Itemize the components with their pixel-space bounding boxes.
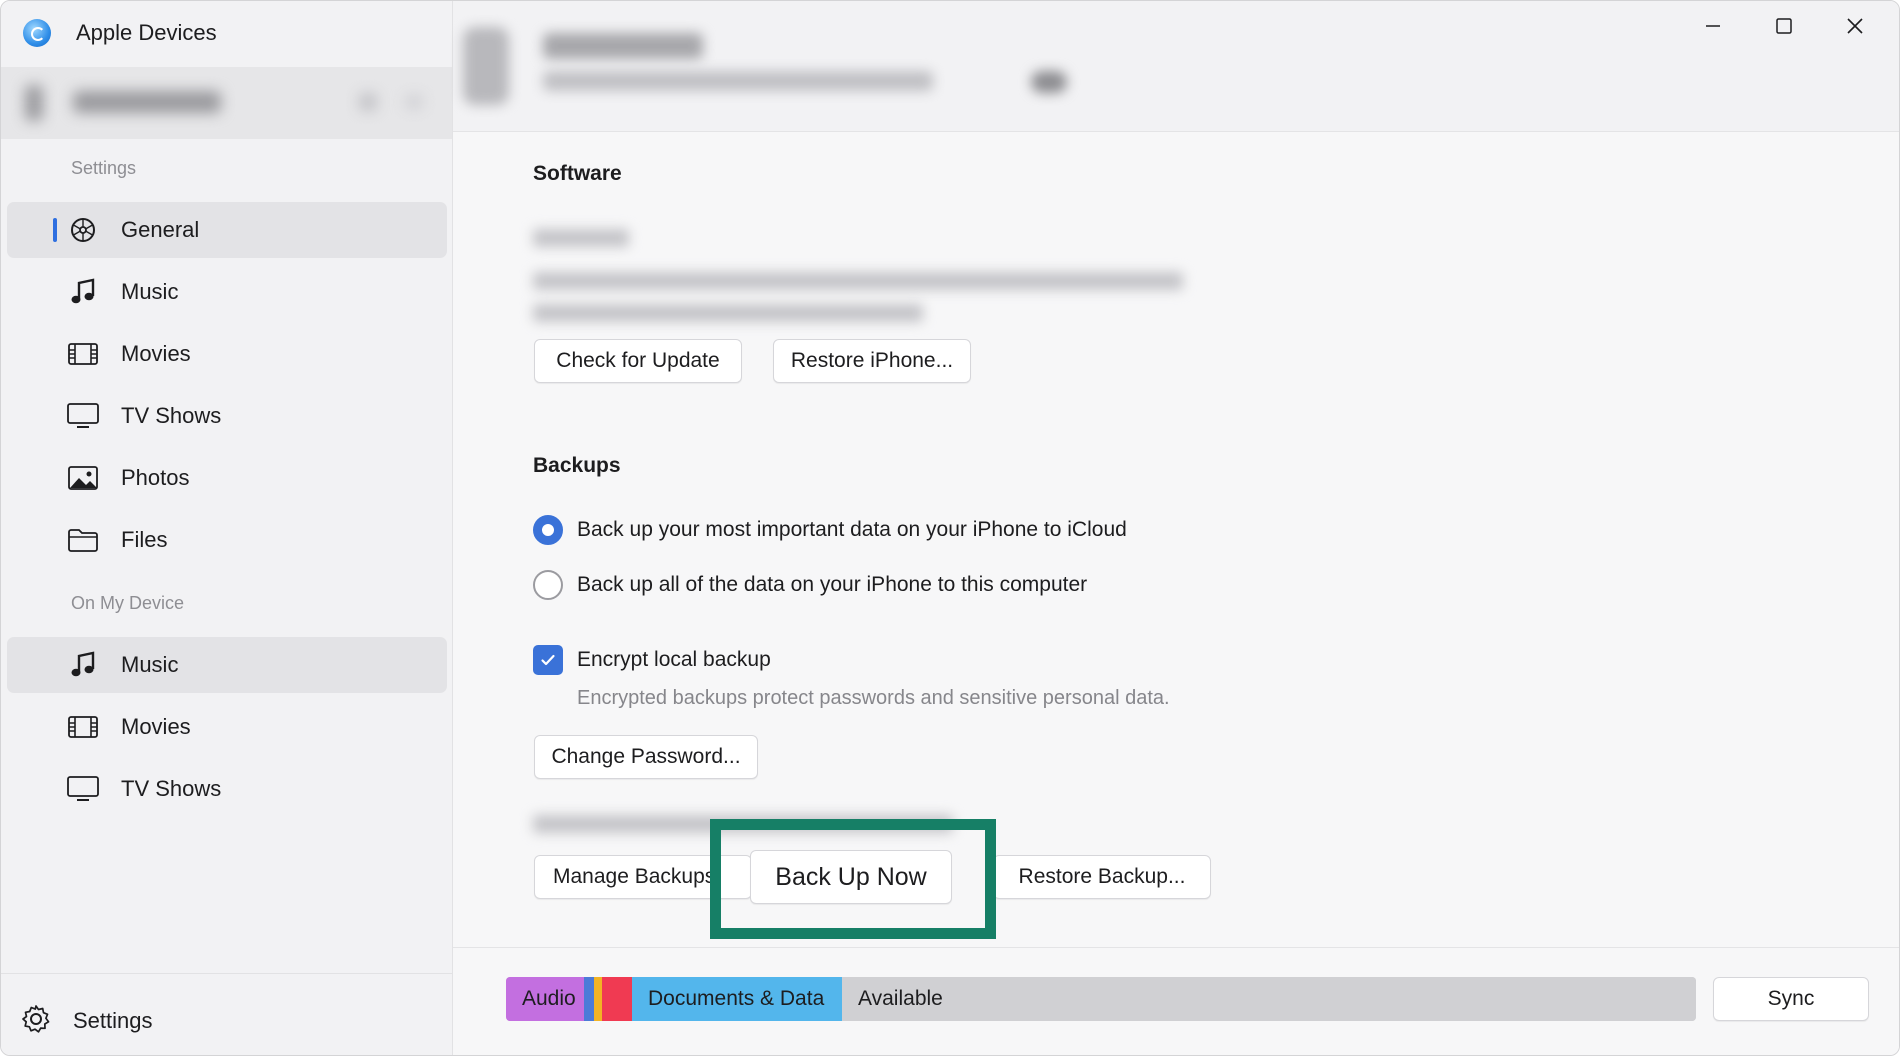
film-icon xyxy=(67,339,99,369)
sidebar-item-photos[interactable]: Photos xyxy=(7,450,447,506)
folder-icon xyxy=(67,525,99,555)
device-info-icon-redacted[interactable] xyxy=(1031,71,1067,93)
tv-icon xyxy=(67,774,99,804)
storage-usage-bar: Audio Documents & Data Available xyxy=(506,977,1696,1021)
check-for-update-button[interactable]: Check for Update xyxy=(534,339,742,383)
sidebar-item-general[interactable]: General xyxy=(7,202,447,258)
device-thumbnail-redacted xyxy=(25,85,43,121)
device-entry[interactable] xyxy=(1,67,452,139)
tv-icon xyxy=(67,401,99,431)
storage-segment-small xyxy=(594,977,602,1021)
sidebar-footer: Settings xyxy=(1,973,452,1055)
device-details-redacted xyxy=(543,71,933,91)
storage-segment-small xyxy=(602,977,632,1021)
gear-icon[interactable] xyxy=(21,1004,51,1039)
minimize-button[interactable] xyxy=(1691,11,1735,41)
maximize-button[interactable] xyxy=(1762,11,1806,41)
music-note-icon xyxy=(67,277,99,307)
app-title: Apple Devices xyxy=(76,20,217,45)
device-item-movies[interactable]: Movies xyxy=(7,699,447,755)
sidebar-item-tv-shows[interactable]: TV Shows xyxy=(7,388,447,444)
app-title-row: Apple Devices xyxy=(23,19,217,47)
general-pane: Software Check for Update Restore iPhone… xyxy=(453,132,1899,946)
software-status-line-2-redacted xyxy=(533,304,923,322)
sidebar-item-music[interactable]: Music xyxy=(7,264,447,320)
sidebar-item-label: TV Shows xyxy=(121,776,222,801)
storage-segment-available: Available xyxy=(842,977,1696,1021)
general-icon xyxy=(67,215,99,245)
checkmark-icon[interactable] xyxy=(533,645,563,675)
device-name-redacted xyxy=(73,91,221,113)
sync-button[interactable]: Sync xyxy=(1713,977,1869,1021)
storage-segment-audio: Audio xyxy=(506,977,584,1021)
app-window: Apple Devices Settings General Music Mov… xyxy=(0,0,1900,1056)
device-header xyxy=(453,1,1899,132)
bottom-bar: Audio Documents & Data Available Sync xyxy=(453,947,1899,1055)
backup-option-computer-label: Back up all of the data on your iPhone t… xyxy=(577,573,1088,596)
encrypt-helper-text: Encrypted backups protect passwords and … xyxy=(577,687,1170,709)
change-password-button[interactable]: Change Password... xyxy=(534,735,758,779)
device-image-redacted xyxy=(463,27,509,105)
software-version-redacted xyxy=(533,229,629,247)
settings-link[interactable]: Settings xyxy=(73,1008,153,1034)
selection-indicator xyxy=(53,218,57,242)
software-status-line-1-redacted xyxy=(533,272,1183,290)
music-note-icon xyxy=(67,650,99,680)
radio-unselected-icon[interactable] xyxy=(533,570,563,600)
sidebar-item-label: Music xyxy=(121,652,179,677)
backup-option-icloud[interactable]: Back up your most important data on your… xyxy=(533,515,1127,545)
device-eject-icon-redacted[interactable] xyxy=(359,93,377,111)
sidebar-item-label: General xyxy=(121,217,200,242)
sidebar-item-label: TV Shows xyxy=(121,403,222,428)
software-section-title: Software xyxy=(533,162,622,185)
sidebar: Apple Devices Settings General Music Mov… xyxy=(1,1,453,1055)
apple-devices-logo-icon xyxy=(23,19,51,47)
restore-backup-button[interactable]: Restore Backup... xyxy=(993,855,1211,899)
device-chevron-icon-redacted[interactable] xyxy=(405,95,423,109)
photo-icon xyxy=(67,463,99,493)
sidebar-item-label: Photos xyxy=(121,465,190,490)
storage-segment-documents: Documents & Data xyxy=(632,977,842,1021)
radio-selected-icon[interactable] xyxy=(533,515,563,545)
encrypt-local-backup-label: Encrypt local backup xyxy=(577,648,771,671)
device-item-tv-shows[interactable]: TV Shows xyxy=(7,761,447,817)
sidebar-item-movies[interactable]: Movies xyxy=(7,326,447,382)
sidebar-item-label: Movies xyxy=(121,341,191,366)
backup-option-computer[interactable]: Back up all of the data on your iPhone t… xyxy=(533,570,1087,600)
film-icon xyxy=(67,712,99,742)
on-my-device-section-heading: On My Device xyxy=(71,593,185,613)
storage-segment-small xyxy=(584,977,594,1021)
device-item-music[interactable]: Music xyxy=(7,637,447,693)
backup-option-icloud-label: Back up your most important data on your… xyxy=(577,518,1127,541)
sidebar-item-files[interactable]: Files xyxy=(7,512,447,568)
encrypt-local-backup-checkbox[interactable]: Encrypt local backup xyxy=(533,645,771,675)
highlight-callout xyxy=(710,819,996,939)
sidebar-item-label: Movies xyxy=(121,714,191,739)
sidebar-item-label: Music xyxy=(121,279,179,304)
backups-section-title: Backups xyxy=(533,454,621,477)
device-title-redacted xyxy=(543,33,703,59)
settings-section-heading: Settings xyxy=(71,158,137,178)
sidebar-item-label: Files xyxy=(121,527,168,552)
close-button[interactable] xyxy=(1833,11,1877,41)
restore-iphone-button[interactable]: Restore iPhone... xyxy=(773,339,971,383)
